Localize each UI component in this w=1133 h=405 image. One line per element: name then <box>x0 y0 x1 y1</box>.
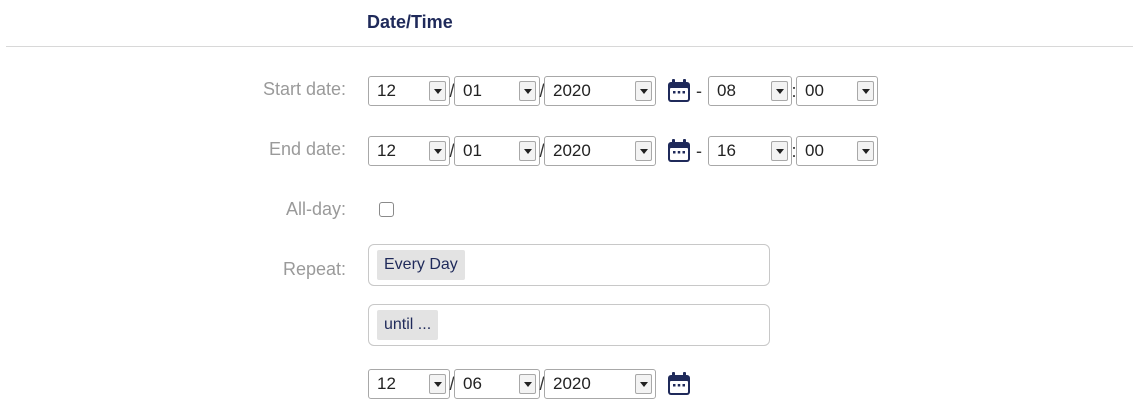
start-date-group: 12 / 01 / 2020 - 08: 00 <box>368 76 878 106</box>
until-date-group: 12 / 06 / 2020 <box>368 369 692 399</box>
end-day-select[interactable]: 12 <box>368 136 450 166</box>
start-minute-value: 00 <box>805 81 824 100</box>
start-month-select[interactable]: 01 <box>454 76 540 106</box>
start-day-select[interactable]: 12 <box>368 76 450 106</box>
range-separator: - <box>696 140 702 161</box>
chevron-down-icon[interactable] <box>857 81 874 101</box>
until-month-value: 06 <box>463 374 482 393</box>
chevron-down-icon[interactable] <box>519 374 536 394</box>
start-day-value: 12 <box>377 81 396 100</box>
calendar-icon[interactable] <box>666 138 692 164</box>
end-date-row: End date: 12 / 01 / 2020 - 16: 00 <box>0 133 1133 169</box>
calendar-icon[interactable] <box>666 78 692 104</box>
all-day-label: All-day: <box>285 199 346 219</box>
end-month-value: 01 <box>463 141 482 160</box>
divider <box>6 46 1133 47</box>
start-hour-select[interactable]: 08 <box>708 76 792 106</box>
start-minute-select[interactable]: 00 <box>796 76 878 106</box>
end-date-label: End date: <box>268 139 346 159</box>
until-year-value: 2020 <box>553 374 591 393</box>
until-day-select[interactable]: 12 <box>368 369 450 399</box>
all-day-row: All-day: <box>0 193 1133 229</box>
range-separator: - <box>696 80 702 101</box>
repeat-until-chip[interactable]: until ... <box>377 310 439 340</box>
start-year-select[interactable]: 2020 <box>544 76 656 106</box>
chevron-down-icon[interactable] <box>635 81 652 101</box>
repeat-frequency-chip[interactable]: Every Day <box>377 250 465 280</box>
chevron-down-icon[interactable] <box>429 141 446 161</box>
chevron-down-icon[interactable] <box>429 374 446 394</box>
end-year-value: 2020 <box>553 141 591 160</box>
repeat-label: Repeat: <box>282 259 346 279</box>
calendar-icon[interactable] <box>666 371 692 397</box>
chevron-down-icon[interactable] <box>635 374 652 394</box>
chevron-down-icon[interactable] <box>429 81 446 101</box>
chevron-down-icon[interactable] <box>635 141 652 161</box>
start-year-value: 2020 <box>553 81 591 100</box>
repeat-frequency-field[interactable]: Every Day <box>368 244 770 286</box>
start-month-value: 01 <box>463 81 482 100</box>
chevron-down-icon[interactable] <box>771 81 788 101</box>
until-year-select[interactable]: 2020 <box>544 369 656 399</box>
chevron-down-icon[interactable] <box>771 141 788 161</box>
start-date-row: Start date: 12 / 01 / 2020 - 08: 00 <box>0 73 1133 109</box>
repeat-until-field[interactable]: until ... <box>368 304 770 346</box>
end-month-select[interactable]: 01 <box>454 136 540 166</box>
until-day-value: 12 <box>377 374 396 393</box>
end-minute-value: 00 <box>805 141 824 160</box>
end-minute-select[interactable]: 00 <box>796 136 878 166</box>
start-hour-value: 08 <box>717 81 736 100</box>
chevron-down-icon[interactable] <box>519 141 536 161</box>
chevron-down-icon[interactable] <box>857 141 874 161</box>
chevron-down-icon[interactable] <box>519 81 536 101</box>
end-day-value: 12 <box>377 141 396 160</box>
until-month-select[interactable]: 06 <box>454 369 540 399</box>
section-title: Date/Time <box>367 12 453 32</box>
end-year-select[interactable]: 2020 <box>544 136 656 166</box>
all-day-checkbox[interactable] <box>379 202 394 217</box>
end-hour-value: 16 <box>717 141 736 160</box>
end-date-group: 12 / 01 / 2020 - 16: 00 <box>368 136 878 166</box>
start-date-label: Start date: <box>262 79 346 99</box>
end-hour-select[interactable]: 16 <box>708 136 792 166</box>
